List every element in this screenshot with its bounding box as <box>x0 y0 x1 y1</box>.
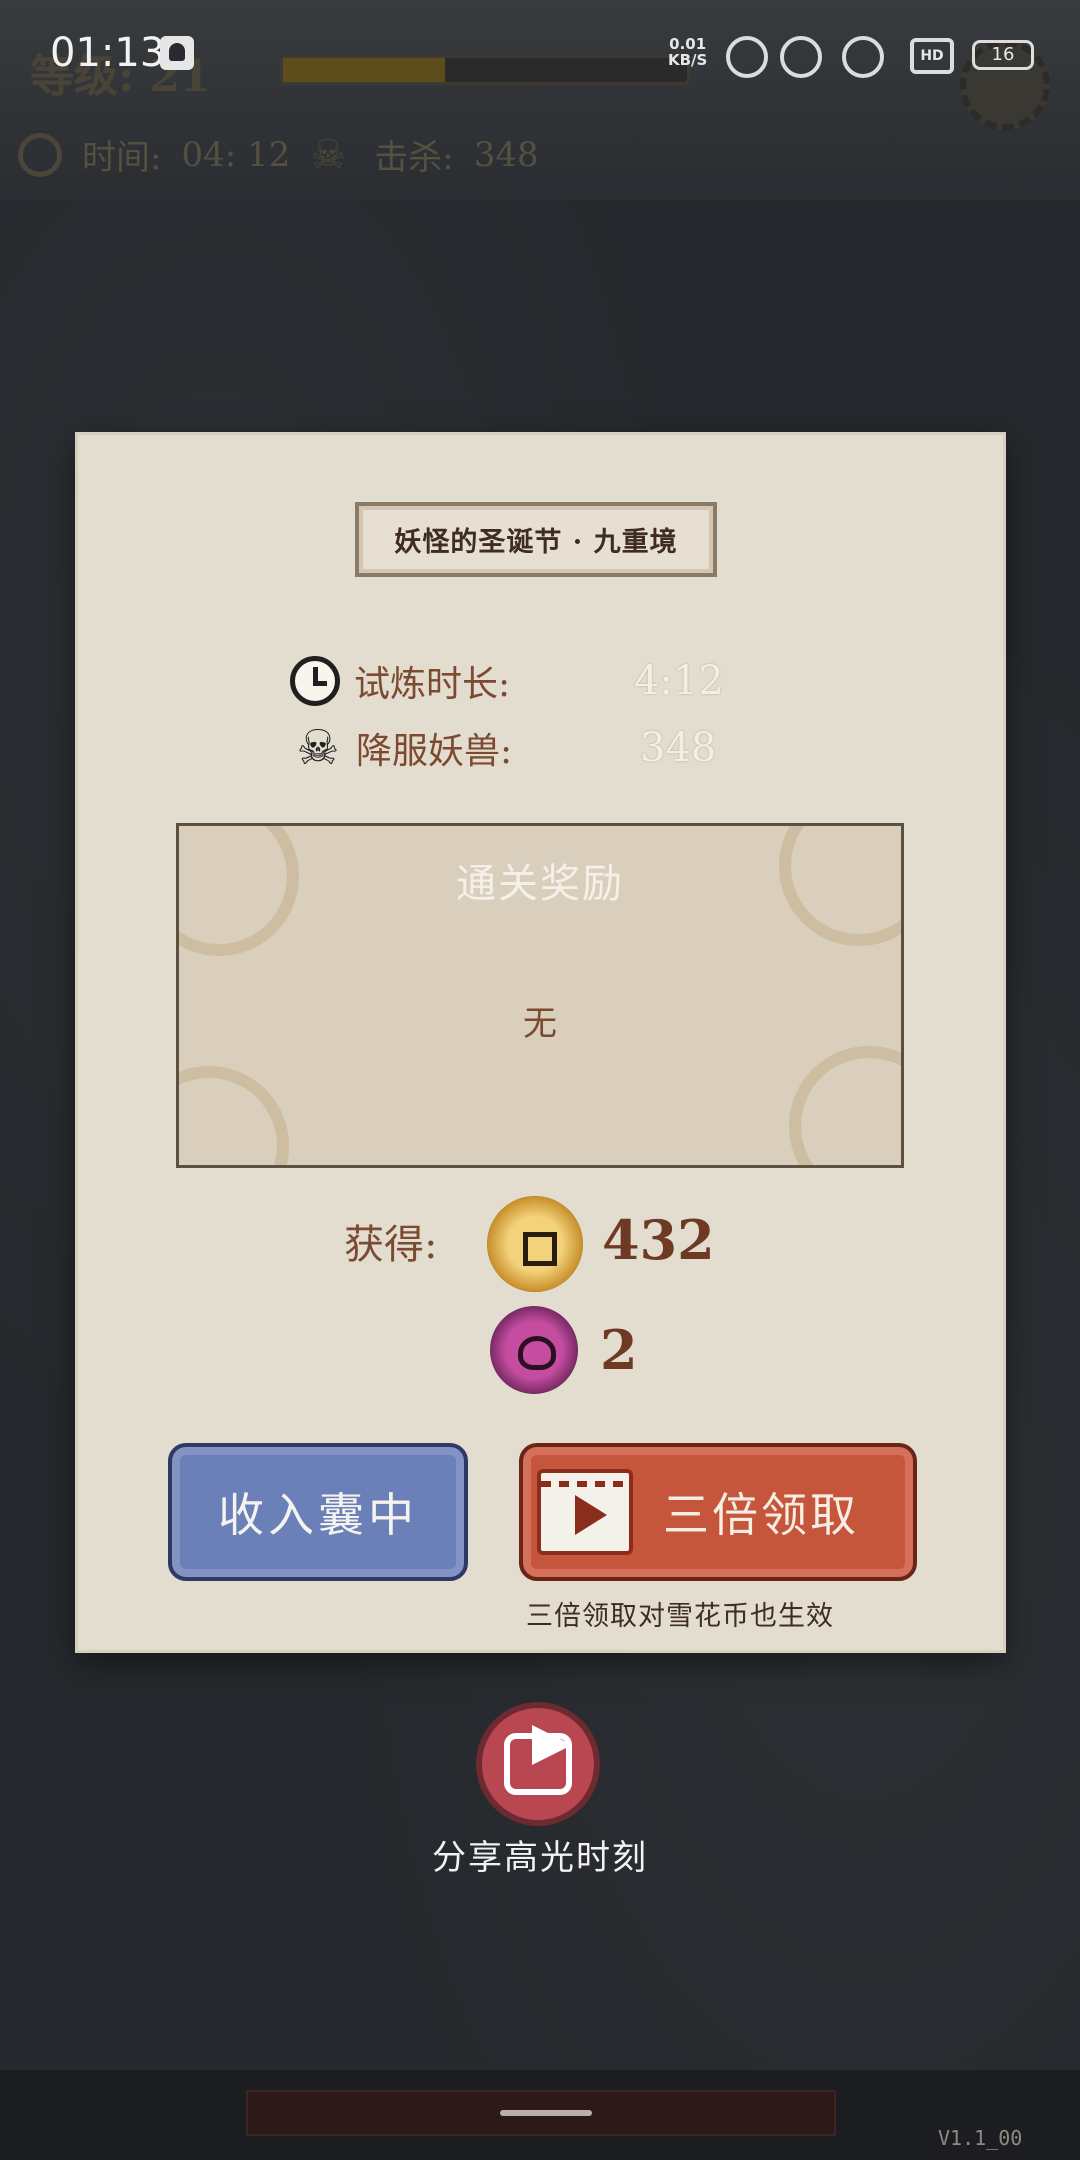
triple-claim-note: 三倍领取对雪花币也生效 <box>526 1601 834 1632</box>
battery-icon: 16 <box>972 40 1034 70</box>
cloud-ornament <box>179 1066 289 1165</box>
coin-amount: 432 <box>602 1208 715 1272</box>
hud-time-label: 时间: <box>82 138 162 178</box>
skull-icon: ☠ <box>296 720 340 776</box>
snowflake-coin-icon <box>490 1306 578 1394</box>
status-bar: 01:13 0.01 KB/S HD 16 <box>0 0 1080 110</box>
clock-icon <box>18 132 62 177</box>
stat-kills-value: 348 <box>640 725 717 771</box>
share-icon <box>504 1725 572 1795</box>
share-label: 分享高光时刻 <box>432 1838 648 1878</box>
notification-icon <box>160 36 194 70</box>
hud-time-value: 04: 12 <box>181 134 291 175</box>
share-button[interactable] <box>476 1702 600 1826</box>
stat-time-value: 4:12 <box>634 658 724 704</box>
skull-icon: ☠ <box>310 131 347 178</box>
hud-kills-value: 348 <box>473 134 539 175</box>
version-label: V1.1_00 <box>938 2126 1023 2150</box>
stage-title: 妖怪的圣诞节 · 九重境 <box>355 502 717 577</box>
network-speed-unit: KB/S <box>668 51 708 69</box>
hud-stats: 时间: 04: 12 ☠ 击杀: 348 <box>18 130 539 179</box>
hud-kills-label: 击杀: <box>374 138 454 178</box>
coin-icon <box>487 1196 583 1292</box>
signal-4g-icon-2 <box>842 36 884 78</box>
hd-icon: HD <box>910 38 954 74</box>
reward-content: 无 <box>523 1004 557 1044</box>
video-ad-icon <box>537 1469 633 1555</box>
network-speed-value: 0.01 <box>669 35 707 53</box>
stat-time-label: 试炼时长: <box>354 664 511 705</box>
network-speed: 0.01 KB/S <box>668 36 707 68</box>
stat-row-time: 试炼时长: 4:12 <box>290 655 724 707</box>
triple-claim-button[interactable]: 三倍领取 <box>519 1443 917 1581</box>
stat-row-kills: ☠ 降服妖兽: 348 <box>290 720 716 776</box>
reward-box: 通关奖励 无 <box>176 823 904 1168</box>
gain-label: 获得: <box>344 1222 438 1268</box>
home-indicator[interactable] <box>500 2110 592 2116</box>
snowflake-coin-amount: 2 <box>600 1318 638 1382</box>
collect-button-label: 收入囊中 <box>218 1488 418 1542</box>
triple-claim-label: 三倍领取 <box>663 1488 859 1542</box>
stat-kills-label: 降服妖兽: <box>356 731 513 772</box>
collect-button[interactable]: 收入囊中 <box>168 1443 468 1581</box>
signal-4g-icon <box>780 36 822 78</box>
reward-title: 通关奖励 <box>456 861 624 907</box>
hotspot-icon <box>726 36 768 78</box>
cloud-ornament <box>789 1046 901 1165</box>
clock-icon <box>290 656 340 706</box>
status-time: 01:13 <box>50 30 166 76</box>
